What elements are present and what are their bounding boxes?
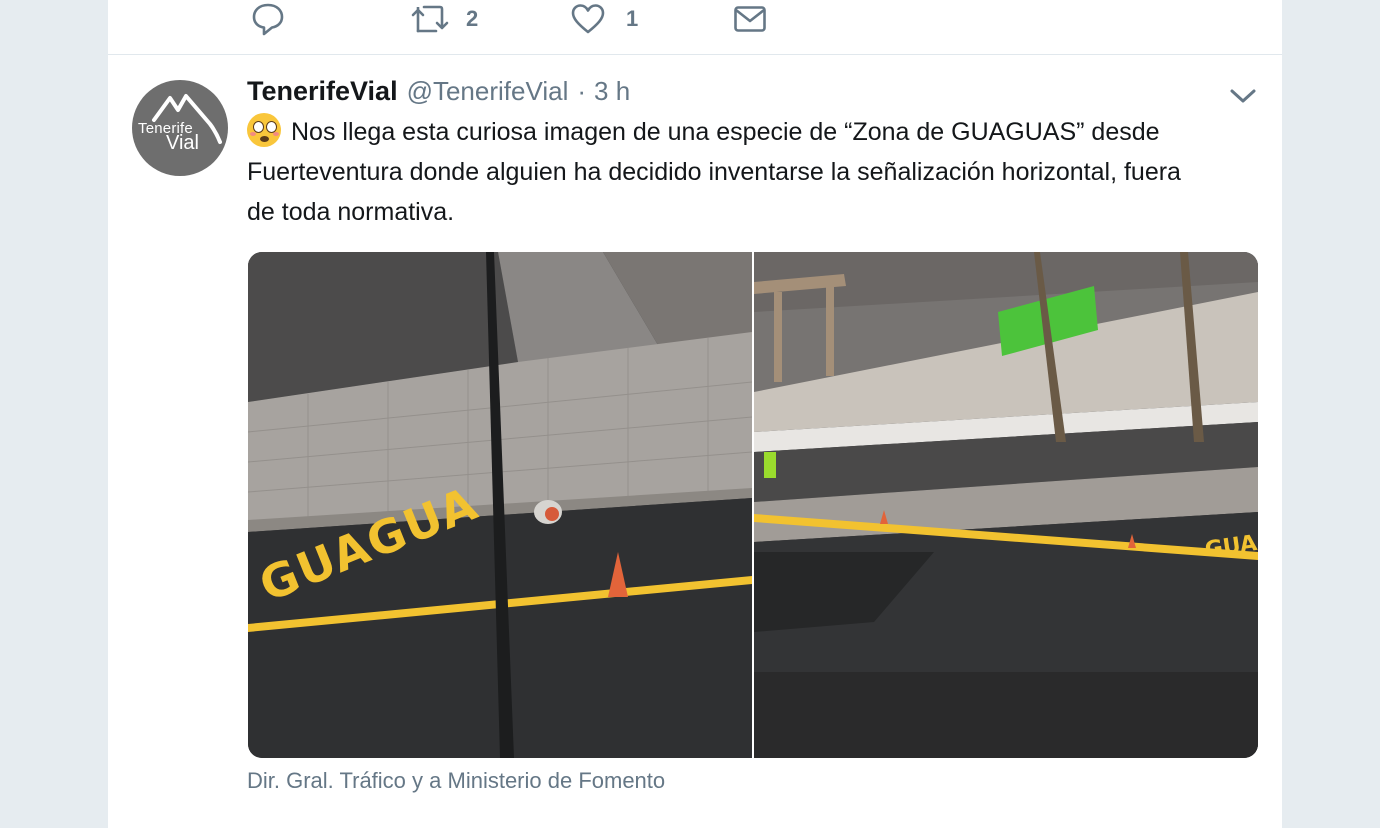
avatar[interactable]: Tenerife Vial [132,80,228,176]
retweet-button[interactable]: 2 [410,0,478,38]
tweet-header: TenerifeVial @TenerifeVial · 3 h [247,76,630,110]
retweet-count: 2 [466,6,479,31]
heart-icon [571,4,605,34]
photo-right[interactable]: GUA [754,252,1258,758]
author-handle[interactable]: @TenerifeVial [407,76,569,107]
direct-message-button[interactable] [732,0,768,38]
tweet-media[interactable]: GUAGUA GUA [248,252,1258,758]
like-button[interactable]: 1 [570,0,638,38]
tweet-timestamp[interactable]: 3 h [594,76,630,107]
photo-left[interactable]: GUAGUA [248,252,752,758]
like-count: 1 [626,6,639,31]
separator-dot: · [577,76,587,106]
reply-button[interactable] [250,0,286,38]
retweet-icon [411,5,449,33]
flushed-face-emoji-icon [247,113,281,147]
avatar-text-line2: Vial [166,132,199,154]
timeline-card: 2 1 Tenerife Vial TenerifeVial @Tenerife… [108,0,1282,828]
tagged-users[interactable]: Dir. Gral. Tráfico y a Ministerio de Fom… [247,768,665,794]
mail-icon [734,6,766,32]
tweet-text: Nos llega esta curiosa imagen de una esp… [247,118,1181,226]
previous-tweet-actions: 2 1 [108,0,1282,55]
tweet-text-container: Nos llega esta curiosa imagen de una esp… [247,112,1207,232]
author-name[interactable]: TenerifeVial [247,76,398,107]
reply-icon [252,3,284,36]
chevron-down-icon[interactable] [1229,86,1257,106]
